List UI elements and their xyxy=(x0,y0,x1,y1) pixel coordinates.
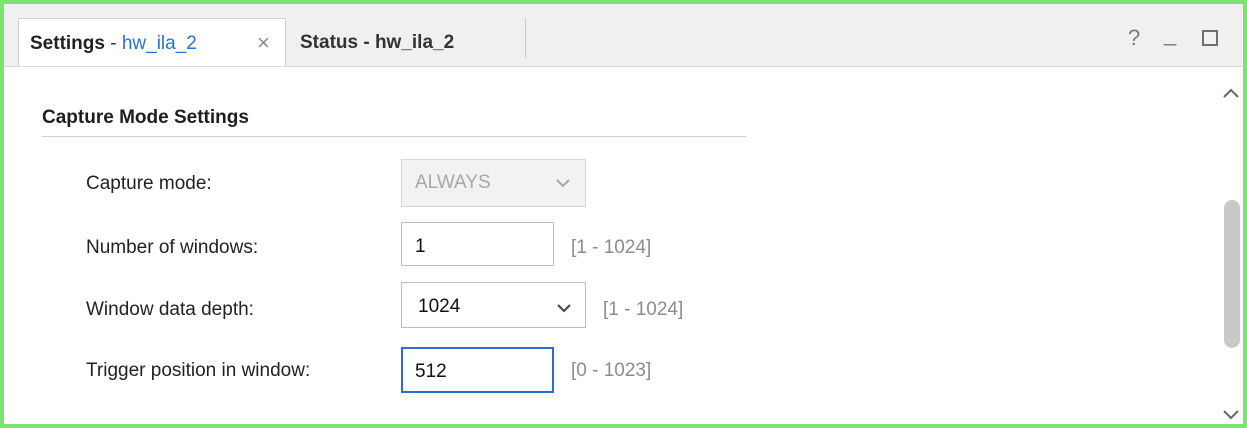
help-icon[interactable]: ? xyxy=(1128,26,1140,50)
num-windows-range: [1 - 1024] xyxy=(571,237,652,258)
tab-status[interactable]: Status - hw_ila_2 xyxy=(286,18,526,66)
close-icon[interactable]: × xyxy=(257,30,270,56)
chevron-down-icon xyxy=(556,297,572,322)
maximize-icon[interactable] xyxy=(1202,30,1218,46)
scrollbar-thumb[interactable] xyxy=(1224,200,1240,348)
section-divider xyxy=(42,136,746,137)
chevron-down-icon[interactable] xyxy=(1222,408,1240,426)
chevron-down-icon xyxy=(555,172,571,197)
tab-settings[interactable]: Settings - hw_ila_2 × xyxy=(18,18,286,66)
num-windows-label: Number of windows: xyxy=(86,237,259,258)
capture-mode-label: Capture mode: xyxy=(86,173,212,194)
trigger-position-value: 512 xyxy=(415,361,447,382)
tab-settings-title: Settings xyxy=(30,33,105,54)
num-windows-value: 1 xyxy=(415,236,426,257)
tab-status-label: Status - hw_ila_2 xyxy=(300,32,455,53)
capture-mode-select[interactable]: ALWAYS xyxy=(401,159,586,207)
tab-settings-label: Settings - hw_ila_2 xyxy=(30,32,197,56)
tab-settings-separator: - xyxy=(104,33,122,54)
minimize-icon[interactable]: _ xyxy=(1164,22,1176,46)
window-depth-range: [1 - 1024] xyxy=(603,299,684,320)
chevron-up-icon[interactable] xyxy=(1222,86,1240,104)
window-depth-value: 1024 xyxy=(418,296,461,317)
tab-settings-subtitle: hw_ila_2 xyxy=(121,33,197,54)
settings-panel: Settings - hw_ila_2 × Status - hw_ila_2 … xyxy=(0,0,1247,428)
trigger-position-label: Trigger position in window: xyxy=(86,360,311,381)
tab-bar: Settings - hw_ila_2 × Status - hw_ila_2 … xyxy=(4,4,1243,67)
window-depth-label: Window data depth: xyxy=(86,299,254,320)
trigger-position-range: [0 - 1023] xyxy=(571,360,652,381)
capture-mode-value: ALWAYS xyxy=(415,172,491,193)
window-depth-select[interactable]: 1024 xyxy=(401,282,586,328)
num-windows-input[interactable]: 1 xyxy=(401,222,554,266)
tab-divider xyxy=(525,18,526,58)
trigger-position-input[interactable]: 512 xyxy=(401,347,554,393)
section-title: Capture Mode Settings xyxy=(42,107,249,128)
